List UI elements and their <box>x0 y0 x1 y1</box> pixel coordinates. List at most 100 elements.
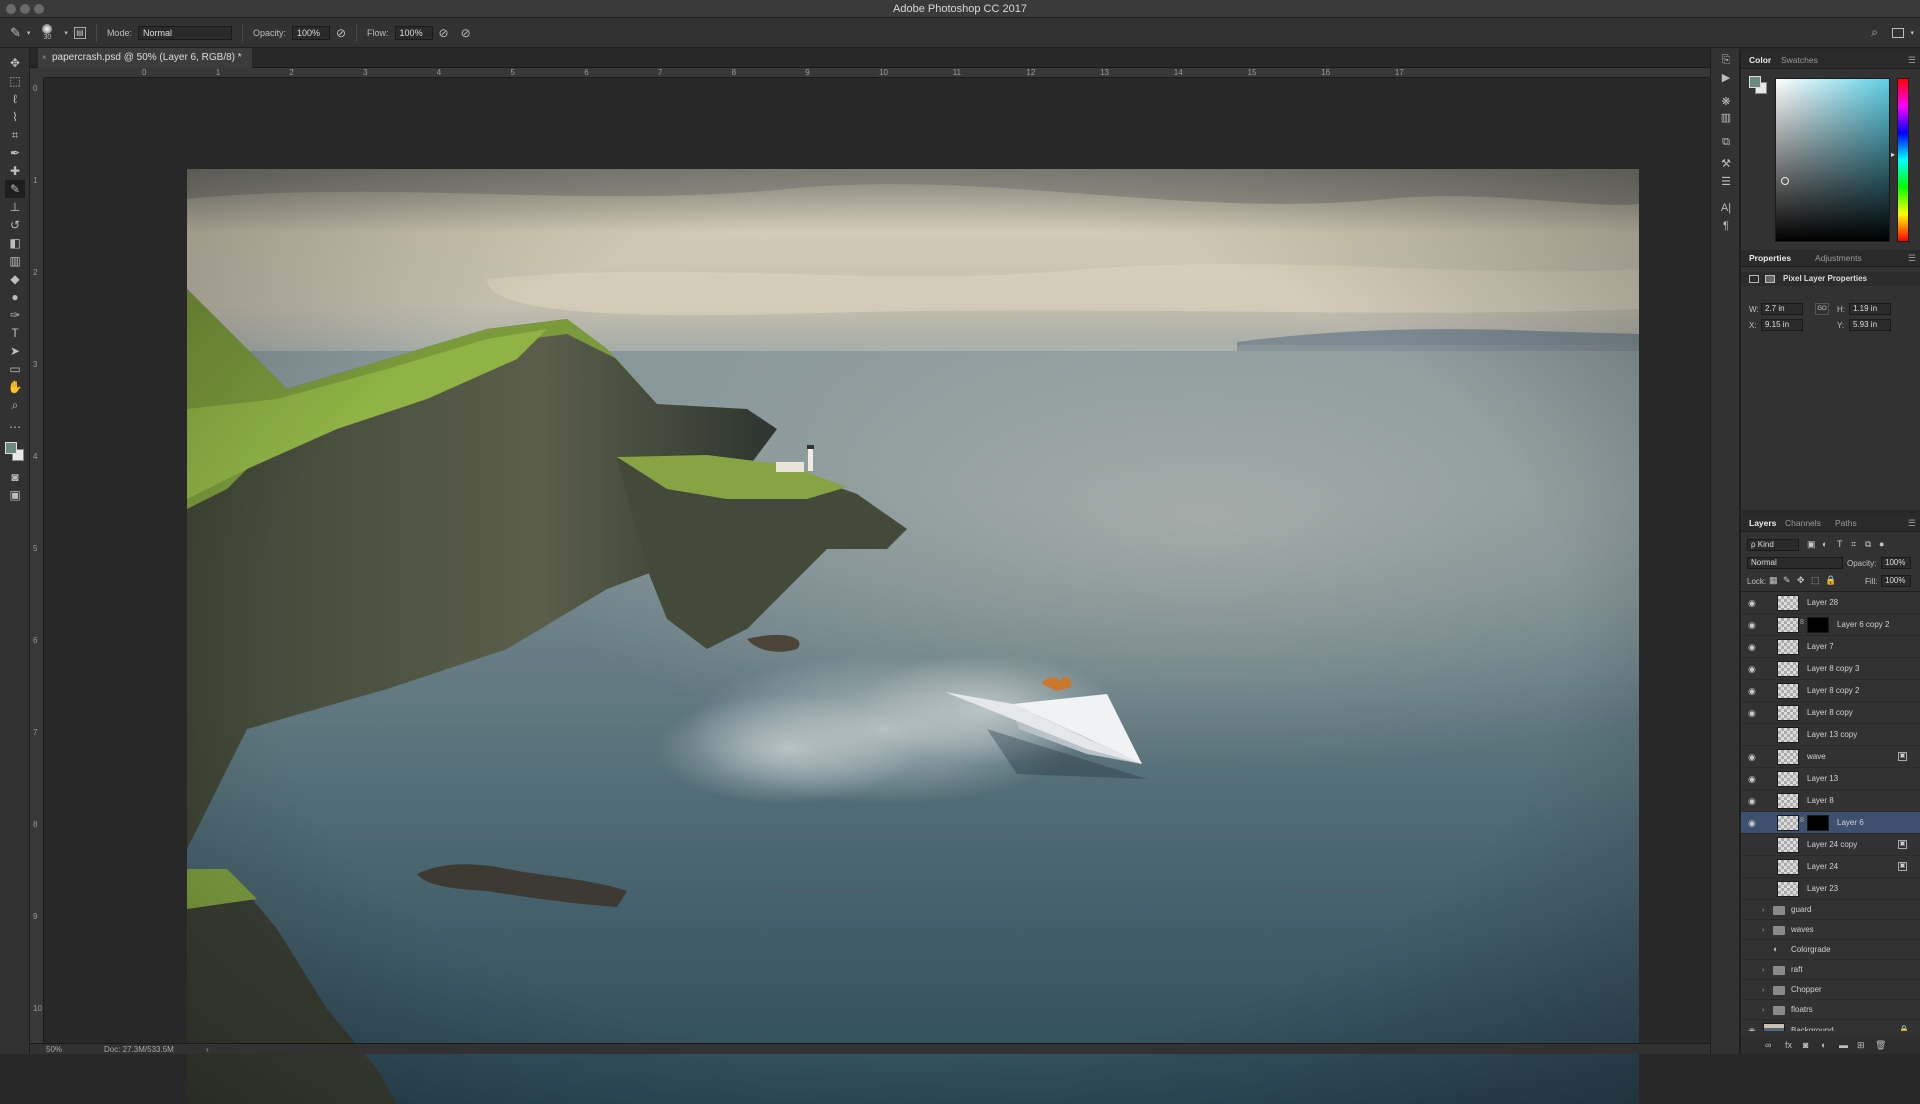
chevron-down-icon[interactable]: ▾ <box>27 29 31 37</box>
color-picker-field[interactable] <box>1775 78 1890 242</box>
layer-group-row[interactable]: › guard <box>1741 900 1920 920</box>
blur-tool-icon[interactable]: ◆ <box>5 270 25 288</box>
filter-adjustment-icon[interactable]: ◐ <box>1822 539 1827 549</box>
layer-group-row[interactable]: › Chopper <box>1741 980 1920 1000</box>
layer-row[interactable]: ◉ Layer 7 <box>1741 636 1920 658</box>
status-menu-arrow[interactable]: › <box>206 1044 209 1055</box>
path-selection-tool-icon[interactable]: ➤ <box>5 342 25 360</box>
tab-channels[interactable]: Channels <box>1785 515 1821 532</box>
chevron-down-icon[interactable]: ▾ <box>64 29 68 37</box>
visibility-eye-icon[interactable]: ◉ <box>1748 686 1758 696</box>
tab-adjustments[interactable]: Adjustments <box>1815 250 1862 267</box>
gradient-tool-icon[interactable]: ▥ <box>5 252 25 270</box>
layer-row[interactable]: ◉ Layer 8 copy 2 <box>1741 680 1920 702</box>
layer-row[interactable]: Layer 23 <box>1741 878 1920 900</box>
brushes-panel-icon[interactable]: ▥ <box>1718 110 1734 126</box>
lock-pixels-icon[interactable]: ✎ <box>1783 575 1791 586</box>
panel-menu-icon[interactable]: ☰ <box>1908 253 1916 264</box>
brush-tool-icon[interactable]: ✎ <box>10 25 21 41</box>
visibility-eye-icon[interactable]: ◉ <box>1748 752 1758 762</box>
layer-mask-thumbnail[interactable] <box>1807 617 1829 633</box>
visibility-eye-icon[interactable]: ◉ <box>1748 620 1758 630</box>
expand-arrow-icon[interactable]: › <box>1762 920 1764 942</box>
canvas-workspace[interactable] <box>44 78 1710 1104</box>
more-tools-icon[interactable]: ⋯ <box>5 418 25 436</box>
opacity-field[interactable]: 100% <box>291 25 330 40</box>
visibility-toggle[interactable] <box>1748 862 1758 872</box>
layer-row[interactable]: ◉ Layer 28 <box>1741 592 1920 614</box>
visibility-eye-icon[interactable]: ◉ <box>1748 598 1758 608</box>
fill-field[interactable]: 100% <box>1881 575 1911 587</box>
workspace-icon[interactable] <box>1892 27 1904 38</box>
layer-opacity-field[interactable]: 100% <box>1881 557 1911 569</box>
visibility-eye-icon[interactable]: ◉ <box>1748 664 1758 674</box>
foreground-color-swatch[interactable] <box>5 442 17 454</box>
canvas-image[interactable] <box>187 169 1639 1104</box>
zoom-tool-icon[interactable]: ⌕ <box>5 396 25 414</box>
history-brush-tool-icon[interactable]: ↺ <box>5 216 25 234</box>
crop-tool-icon[interactable]: ⌗ <box>5 126 25 144</box>
panel-menu-icon[interactable]: ☰ <box>1908 55 1916 66</box>
flow-field[interactable]: 100% <box>394 25 433 40</box>
quick-mask-icon[interactable]: ◙ <box>5 468 25 486</box>
marquee-tool-icon[interactable]: ⬚ <box>5 72 25 90</box>
foreground-color-chip[interactable] <box>1749 76 1761 88</box>
width-field[interactable]: 2.7 in <box>1761 303 1803 315</box>
layer-row[interactable]: ◉ 8 Layer 6 <box>1741 812 1920 834</box>
actions-panel-icon[interactable]: ▶ <box>1718 70 1734 86</box>
expand-arrow-icon[interactable]: › <box>1762 900 1764 922</box>
chevron-down-icon[interactable]: ▾ <box>1910 29 1914 37</box>
link-dimensions-button[interactable]: GO <box>1815 303 1829 315</box>
pen-tool-icon[interactable]: ✑ <box>5 306 25 324</box>
close-window-button[interactable] <box>6 4 16 14</box>
tab-swatches[interactable]: Swatches <box>1781 52 1818 69</box>
add-mask-icon[interactable]: ◙ <box>1803 1040 1808 1050</box>
screen-mode-icon[interactable]: ▣ <box>5 486 25 504</box>
layer-row[interactable]: ◉ Layer 8 copy <box>1741 702 1920 724</box>
mode-select[interactable]: Normal <box>137 25 232 40</box>
pressure-opacity-icon[interactable]: ⊘ <box>336 26 346 40</box>
move-tool-icon[interactable]: ✥ <box>5 54 25 72</box>
character-panel-icon[interactable]: A| <box>1718 200 1734 216</box>
ruler-corner[interactable] <box>30 68 44 78</box>
lasso-tool-icon[interactable]: ℓ <box>5 90 25 108</box>
layer-row[interactable]: Layer 24 copy ▣ <box>1741 834 1920 856</box>
minimize-window-button[interactable] <box>20 4 30 14</box>
zoom-level[interactable]: 50% <box>46 1044 62 1055</box>
mask-link-icon[interactable]: 8 <box>1800 817 1804 824</box>
layer-mask-icon[interactable] <box>1765 275 1775 283</box>
vertical-ruler[interactable]: 0 1 2 3 4 5 6 7 8 9 10 <box>30 78 44 1045</box>
airbrush-icon[interactable]: ⊘ <box>439 26 449 40</box>
lock-position-icon[interactable]: ✥ <box>1797 575 1805 586</box>
layer-row[interactable]: Layer 24 ▣ <box>1741 856 1920 878</box>
brush-panel-toggle-icon[interactable]: ▤ <box>73 26 86 39</box>
tab-layers[interactable]: Layers <box>1749 515 1776 532</box>
visibility-toggle[interactable] <box>1748 840 1758 850</box>
rectangle-tool-icon[interactable]: ▭ <box>5 360 25 378</box>
layer-mask-thumbnail[interactable] <box>1807 815 1829 831</box>
x-position-field[interactable]: 9.15 in <box>1761 319 1803 331</box>
clone-source-panel-icon[interactable]: ⧉ <box>1718 134 1734 150</box>
background-layer-row[interactable]: ◉ Background 🔒 <box>1741 1020 1920 1031</box>
height-field[interactable]: 1.19 in <box>1849 303 1891 315</box>
type-tool-icon[interactable]: T <box>5 324 25 342</box>
tab-paths[interactable]: Paths <box>1835 515 1857 532</box>
filter-type-icon[interactable]: T <box>1837 539 1843 549</box>
hue-slider-handle[interactable]: ▸ <box>1891 150 1895 159</box>
filter-pixel-icon[interactable]: ▣ <box>1807 539 1816 550</box>
layer-row[interactable]: ◉ Layer 13 <box>1741 768 1920 790</box>
visibility-eye-icon[interactable]: ◉ <box>1748 1026 1758 1031</box>
tab-properties[interactable]: Properties <box>1749 250 1791 267</box>
expand-arrow-icon[interactable]: › <box>1762 1000 1764 1022</box>
brush-tool-icon[interactable]: ✎ <box>5 180 25 198</box>
visibility-toggle[interactable] <box>1748 730 1758 740</box>
hand-tool-icon[interactable]: ✋ <box>5 378 25 396</box>
expand-arrow-icon[interactable]: › <box>1762 980 1764 1002</box>
eyedropper-tool-icon[interactable]: ✒ <box>5 144 25 162</box>
new-adjustment-layer-icon[interactable]: ◐ <box>1821 1040 1826 1050</box>
layer-row[interactable]: ◉ 8 Layer 6 copy 2 <box>1741 614 1920 636</box>
lock-transparency-icon[interactable]: ▦ <box>1769 575 1778 586</box>
pressure-size-icon[interactable]: ⊘ <box>461 26 471 40</box>
dodge-tool-icon[interactable]: ● <box>5 288 25 306</box>
blend-mode-select[interactable]: Normal <box>1747 557 1843 569</box>
